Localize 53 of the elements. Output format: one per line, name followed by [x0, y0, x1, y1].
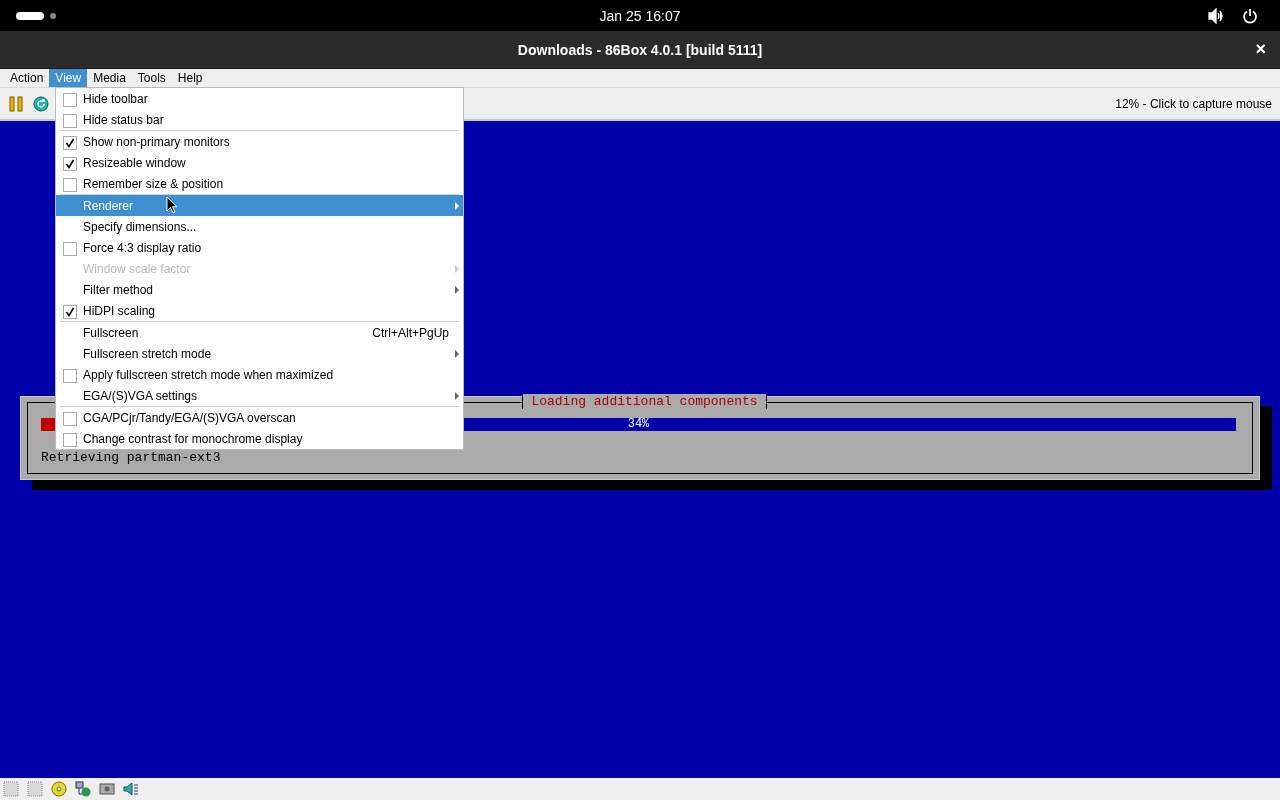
menu-entry[interactable]: Fullscreen Ctrl+Alt+PgUp	[56, 322, 463, 343]
workspace-indicator-icon[interactable]	[16, 11, 44, 20]
menu-item[interactable]: Tools	[131, 69, 172, 87]
menu-entry[interactable]: Filter method	[56, 279, 463, 300]
menu-entry[interactable]: Specify dimensions...	[56, 216, 463, 237]
volume-icon[interactable]	[1208, 7, 1224, 24]
menu-entry[interactable]: CGA/PCjr/Tandy/EGA/(S)VGA overscan	[56, 407, 463, 428]
menu-item[interactable]: Media	[87, 69, 132, 87]
menu-entry[interactable]: Show non-primary monitors	[56, 131, 463, 152]
menu-entry[interactable]: Apply fullscreen stretch mode when maximized	[56, 364, 463, 385]
clock[interactable]: Jan 25 16:07	[599, 7, 681, 24]
network-icon[interactable]	[75, 781, 91, 797]
speaker-icon[interactable]	[123, 781, 139, 797]
disc-icon[interactable]	[51, 781, 67, 797]
reset-icon[interactable]	[33, 95, 49, 112]
menu-item[interactable]: Help	[171, 69, 209, 87]
menu-entry[interactable]: Resizeable window	[56, 152, 463, 173]
progress-reading: 34%	[627, 417, 650, 431]
submenu-arrow-icon	[455, 350, 459, 358]
checkbox[interactable]	[62, 136, 77, 150]
dialog-message: Retrieving partman-ext3	[41, 451, 221, 465]
checkbox[interactable]	[62, 242, 77, 256]
menu-entry[interactable]: EGA/(S)VGA settings	[56, 385, 463, 406]
checkbox[interactable]	[62, 178, 77, 192]
checkbox[interactable]	[62, 114, 77, 128]
window-title: Downloads - 86Box 4.0.1 [build 5111]	[517, 41, 763, 58]
menu-entry[interactable]: HiDPI scaling	[56, 300, 463, 321]
close-button[interactable]: ×	[1251, 40, 1270, 58]
menu-entry[interactable]: Change contrast for monochrome display	[56, 428, 463, 449]
checkbox[interactable]	[62, 369, 77, 383]
submenu-arrow-icon	[455, 392, 459, 400]
checkbox[interactable]	[62, 93, 77, 107]
submenu-arrow-icon	[455, 202, 459, 210]
menu-entry[interactable]: Force 4:3 display ratio	[56, 237, 463, 258]
sound-card-icon[interactable]	[99, 781, 115, 797]
checkbox[interactable]	[62, 305, 77, 319]
submenu-arrow-icon	[455, 286, 459, 294]
workspace-dot-icon[interactable]	[50, 12, 56, 19]
menu-entry[interactable]: Hide toolbar	[56, 88, 463, 109]
pause-icon[interactable]	[8, 95, 24, 112]
power-icon[interactable]	[1242, 7, 1258, 24]
dialog-title: Loading additional components	[522, 394, 767, 409]
mouse-pointer-icon	[166, 196, 178, 214]
checkbox[interactable]	[62, 433, 77, 447]
shortcut-text: Ctrl+Alt+PgUp	[372, 325, 449, 340]
menu-item[interactable]: Action	[4, 69, 50, 87]
status-text: 12% - Click to capture mouse	[1115, 96, 1272, 111]
checkbox[interactable]	[62, 412, 77, 426]
submenu-arrow-icon	[455, 265, 459, 273]
menu-entry[interactable]: Fullscreen stretch mode	[56, 343, 463, 364]
menu-entry[interactable]: Hide status bar	[56, 109, 463, 130]
checkbox[interactable]	[62, 157, 77, 171]
menu-entry[interactable]: Remember size & position	[56, 173, 463, 194]
